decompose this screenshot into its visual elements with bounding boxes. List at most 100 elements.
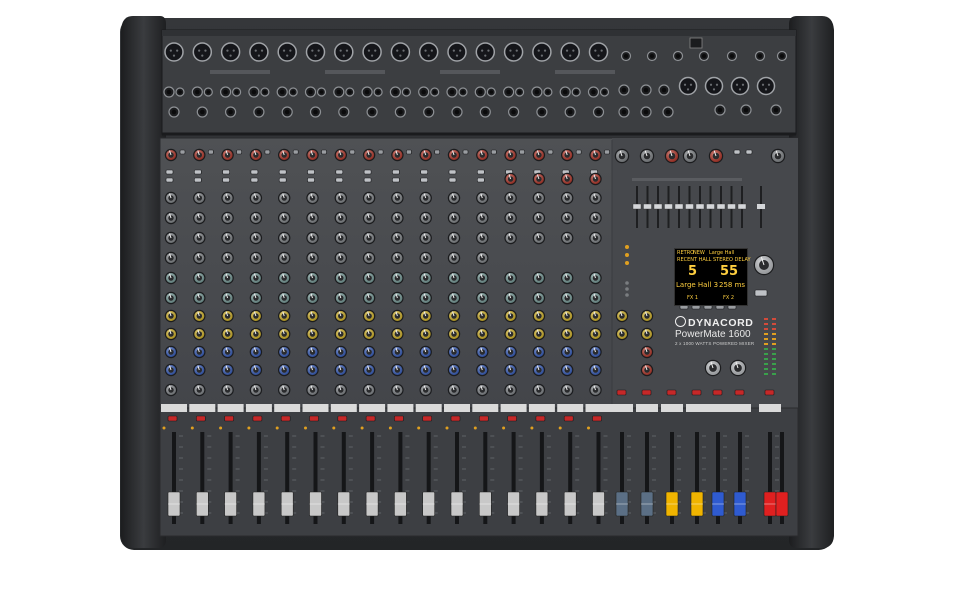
insert-jack[interactable]: [401, 87, 411, 97]
mid-knob[interactable]: [249, 291, 263, 305]
pad-button[interactable]: [604, 149, 610, 155]
eq-knob[interactable]: [306, 191, 319, 205]
low-cut-button[interactable]: [476, 169, 485, 175]
pad-button[interactable]: [208, 149, 214, 155]
insert-jack[interactable]: [599, 87, 610, 97]
mic-input-xlr[interactable]: [418, 42, 439, 62]
pad-button[interactable]: [349, 149, 356, 155]
eq-knob[interactable]: [419, 191, 432, 205]
mid-knob[interactable]: [391, 271, 404, 285]
eq-knob[interactable]: [561, 231, 574, 245]
mic-input-xlr[interactable]: [532, 42, 552, 62]
fx-knob[interactable]: [664, 148, 680, 164]
eq-knob[interactable]: [249, 191, 263, 205]
mid-knob[interactable]: [164, 271, 178, 285]
mid-knob[interactable]: [193, 291, 206, 305]
stereo-gain-knob[interactable]: [532, 172, 546, 186]
line-input-jack[interactable]: [531, 86, 543, 98]
eq-knob[interactable]: [193, 231, 206, 245]
gain-knob[interactable]: [504, 148, 517, 162]
mid-knob[interactable]: [334, 271, 347, 285]
monitor-send-knob[interactable]: [334, 345, 347, 359]
monitor-send-knob[interactable]: [334, 363, 347, 377]
fx-knob[interactable]: [682, 148, 698, 164]
input-jack[interactable]: [423, 106, 435, 118]
fx-button[interactable]: [733, 149, 741, 155]
aux-send-knob[interactable]: [164, 327, 178, 341]
insert-jack[interactable]: [543, 87, 553, 97]
low-cut-button[interactable]: [335, 169, 344, 175]
monitor-send-knob[interactable]: [589, 363, 602, 377]
pan-knob[interactable]: [447, 383, 461, 397]
monitor-send-knob[interactable]: [447, 345, 461, 359]
pad-button[interactable]: [490, 149, 497, 155]
input-jack[interactable]: [564, 106, 576, 118]
monitor-send-knob[interactable]: [561, 363, 574, 377]
monitor-send-knob[interactable]: [362, 345, 376, 359]
pan-knob[interactable]: [561, 383, 574, 397]
pan-knob[interactable]: [532, 383, 546, 397]
output-jack[interactable]: [770, 104, 782, 116]
aux-send-knob[interactable]: [532, 327, 546, 341]
mid-knob[interactable]: [589, 271, 602, 285]
aux-send-knob[interactable]: [306, 327, 319, 341]
output-jack[interactable]: [618, 106, 630, 118]
pan-knob[interactable]: [334, 383, 347, 397]
fader-cap[interactable]: [775, 491, 789, 517]
eq-knob[interactable]: [193, 251, 206, 265]
aux-output-jack[interactable]: [658, 84, 670, 96]
geq-slider[interactable]: [695, 203, 705, 210]
tap-button[interactable]: [754, 289, 768, 297]
eq-knob[interactable]: [391, 211, 404, 225]
mute-button[interactable]: [224, 415, 234, 422]
monitor-send-knob[interactable]: [419, 345, 432, 359]
mid-knob[interactable]: [419, 271, 432, 285]
gain-knob[interactable]: [278, 148, 291, 162]
eq-knob[interactable]: [391, 231, 404, 245]
aux-mute-button[interactable]: [641, 389, 652, 396]
eq-knob[interactable]: [278, 251, 291, 265]
master-output-xlr[interactable]: [678, 76, 698, 96]
input-jack[interactable]: [196, 106, 208, 118]
switch-button[interactable]: [448, 177, 457, 183]
eq-knob[interactable]: [362, 231, 376, 245]
mid-knob[interactable]: [532, 291, 546, 305]
switch-button[interactable]: [420, 177, 429, 183]
master-knob[interactable]: [729, 359, 747, 377]
eq-knob[interactable]: [362, 211, 376, 225]
eq-knob[interactable]: [278, 191, 291, 205]
gain-knob[interactable]: [221, 148, 234, 162]
monitor-send-knob[interactable]: [193, 363, 206, 377]
mid-knob[interactable]: [334, 291, 347, 305]
monitor-send-knob[interactable]: [164, 363, 178, 377]
pan-knob[interactable]: [249, 383, 263, 397]
aux-mute-button[interactable]: [764, 389, 775, 396]
aux-output-jack[interactable]: [640, 84, 652, 96]
aux-send-knob[interactable]: [532, 309, 546, 323]
input-jack[interactable]: [168, 106, 180, 118]
line-input-jack[interactable]: [304, 86, 317, 98]
aux-send-knob[interactable]: [476, 327, 489, 341]
input-jack[interactable]: [281, 106, 293, 118]
stereo-gain-knob[interactable]: [504, 172, 517, 186]
eq-knob[interactable]: [476, 231, 489, 245]
pan-knob[interactable]: [278, 383, 291, 397]
input-jack[interactable]: [507, 106, 520, 118]
eq-knob[interactable]: [278, 231, 291, 245]
input-jack[interactable]: [479, 106, 491, 118]
insert-jack[interactable]: [316, 87, 327, 97]
input-jack[interactable]: [338, 106, 350, 118]
insert-jack[interactable]: [430, 87, 440, 97]
eq-knob[interactable]: [334, 211, 347, 225]
eq-knob[interactable]: [362, 251, 376, 265]
geq-level-slider[interactable]: [757, 204, 765, 209]
rear-aux-jack[interactable]: [754, 50, 766, 62]
low-cut-button[interactable]: [222, 169, 230, 175]
monitor-send-knob[interactable]: [193, 345, 206, 359]
pan-knob[interactable]: [504, 383, 517, 397]
pan-knob[interactable]: [589, 383, 602, 397]
mid-knob[interactable]: [476, 271, 489, 285]
stereo-gain-knob[interactable]: [589, 172, 602, 186]
aux-send-knob[interactable]: [447, 327, 461, 341]
aux-send-knob[interactable]: [447, 309, 461, 323]
